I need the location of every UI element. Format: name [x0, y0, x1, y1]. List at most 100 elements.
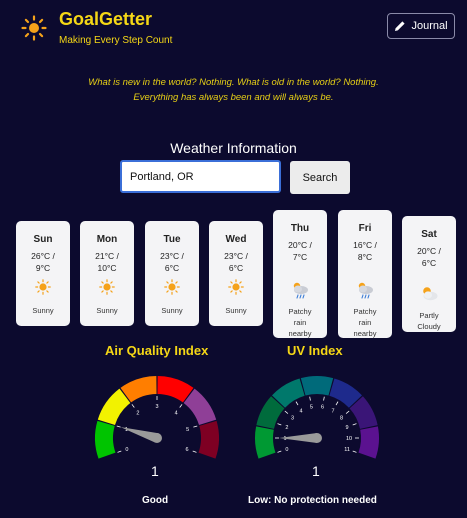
sun-icon: [35, 279, 51, 295]
air-quality-status: Good: [142, 495, 169, 506]
uv_index-gauge-tick-label: 9: [346, 425, 349, 431]
uv_index-gauge-tick-label: 2: [285, 425, 288, 431]
air_quality-gauge-tick: [117, 450, 122, 453]
uv-index-status: Low: No protection needed: [248, 495, 377, 506]
forecast-low-temp: 10°C: [97, 263, 117, 273]
forecast-card-sat: Sat 20°C / 6°C Partly Cloudy: [402, 216, 456, 332]
forecast-condition: Sunny: [209, 305, 263, 316]
forecast-high-temp: 20°C /: [288, 240, 312, 250]
uv_index-gauge-tick-label: 10: [346, 436, 352, 442]
uv_index-gauge-tick: [277, 423, 282, 426]
forecast-card-wed: Wed 23°C / 6°C Sunny: [209, 221, 263, 326]
forecast-condition-line: Patchy: [288, 307, 312, 316]
forecast-day-name: Mon: [96, 234, 118, 245]
pencil-icon: [395, 21, 406, 31]
uv_index-gauge-tick: [345, 410, 350, 414]
forecast-high-temp: 20°C /: [417, 246, 441, 256]
quote-line-1: What is new in the world? Nothing. What …: [88, 77, 379, 88]
forecast-high-temp: 16°C /: [353, 240, 377, 250]
uv_index-gauge-tick: [295, 401, 299, 406]
forecast-low-temp: 9°C: [35, 263, 51, 273]
forecast-condition-line: Sunny: [225, 306, 247, 315]
forecast-condition-line: Sunny: [32, 306, 54, 315]
forecast-low-temp: 6°C: [228, 263, 244, 273]
forecast-card-fri: Fri 16°C / 8°C Patchy rain nearby: [338, 210, 392, 338]
forecast-high-temp: 23°C /: [224, 251, 248, 261]
quote-line-2: Everything has always been and will alwa…: [133, 92, 334, 103]
forecast-condition-line: Sunny: [161, 306, 183, 315]
air_quality-gauge-tick-label: 6: [186, 447, 189, 453]
uv_index-gauge-tick-label: 11: [344, 447, 350, 453]
app-subtitle: Making Every Step Count: [59, 35, 173, 46]
forecast-condition: Partly Cloudy: [402, 310, 456, 332]
forecast-temperature: 20°C / 7°C: [273, 239, 327, 263]
air_quality-gauge-segment: [198, 420, 219, 459]
air_quality-gauge-tick-label: 5: [186, 427, 189, 433]
uv-index-value: 1: [312, 463, 320, 479]
air_quality-gauge-tick: [193, 425, 198, 428]
uv_index-gauge-tick-label: 8: [340, 415, 343, 421]
uv_index-gauge-tick-label: 3: [291, 415, 294, 421]
forecast-high-temp: 23°C /: [160, 251, 184, 261]
forecast-condition-line: Partly: [419, 311, 439, 320]
forecast-day-name: Fri: [358, 223, 372, 234]
air_quality-gauge-tick-label: 3: [155, 404, 158, 410]
forecast-temperature: 16°C / 8°C: [338, 239, 392, 263]
forecast-condition: Sunny: [145, 305, 199, 316]
air_quality-gauge-hub: [152, 433, 162, 443]
forecast-condition: Patchy rain nearby: [338, 306, 392, 339]
forecast-card-thu: Thu 20°C / 7°C Patchy rain nearby: [273, 210, 327, 338]
forecast-low-temp: 8°C: [357, 252, 373, 262]
forecast-day-name: Sun: [33, 234, 53, 245]
air-quality-title: Air Quality Index: [105, 343, 209, 358]
forecast-low-temp: 6°C: [421, 258, 437, 268]
forecast-day-name: Tue: [163, 234, 181, 245]
uv_index-gauge-tick: [309, 396, 311, 401]
forecast-high-temp: 21°C /: [95, 251, 119, 261]
sun-logo-icon: [21, 15, 47, 41]
air_quality-gauge-tick-label: 0: [125, 447, 128, 453]
forecast-condition: Sunny: [16, 305, 70, 316]
forecast-card-sun: Sun 26°C / 9°C Sunny: [16, 221, 70, 326]
partly-cloudy-icon: [419, 284, 438, 301]
uv_index-gauge-tick: [284, 410, 289, 414]
forecast-temperature: 21°C / 10°C: [80, 250, 134, 274]
forecast-condition: Sunny: [80, 305, 134, 316]
app-title: GoalGetter: [59, 9, 153, 29]
forecast-temperature: 23°C / 6°C: [145, 250, 199, 274]
air_quality-gauge-tick: [116, 425, 121, 428]
forecast-high-temp: 26°C /: [31, 251, 55, 261]
journal-label: Journal: [411, 20, 448, 32]
forecast-temperature: 20°C / 6°C: [402, 245, 456, 269]
air-quality-value: 1: [151, 463, 159, 479]
uv_index-gauge-tick: [335, 401, 339, 406]
forecast-condition-line: rain: [293, 318, 307, 327]
uv_index-gauge-hub: [312, 433, 322, 443]
forecast-condition-line: Cloudy: [417, 322, 441, 331]
sun-icon: [228, 279, 244, 295]
uv_index-gauge-tick-label: 1: [283, 436, 286, 442]
uv_index-gauge-tick: [352, 450, 357, 453]
uv_index-gauge-segment: [358, 426, 379, 459]
uv_index-gauge-tick: [352, 423, 357, 426]
journal-button[interactable]: Journal: [387, 13, 455, 39]
search-button[interactable]: Search: [290, 161, 350, 194]
forecast-condition: Patchy rain nearby: [273, 306, 327, 339]
patchy-rain-icon: [355, 280, 373, 299]
sun-icon: [99, 279, 115, 295]
sun-icon: [164, 279, 180, 295]
uv_index-gauge-tick: [323, 396, 325, 401]
app-header: GoalGetter Making Every Step Count Journ…: [0, 0, 467, 60]
air_quality-gauge-tick: [192, 450, 197, 453]
air_quality-gauge-tick-label: 4: [175, 410, 178, 416]
uv_index-gauge-segment: [300, 376, 334, 396]
forecast-low-temp: 6°C: [164, 263, 180, 273]
forecast-condition-line: nearby: [288, 329, 312, 338]
uv_index-gauge-tick: [277, 450, 282, 453]
location-search-input[interactable]: [120, 160, 281, 193]
weather-title: Weather Information: [170, 140, 297, 156]
uv_index-gauge-tick-label: 4: [299, 408, 302, 414]
uv_index-gauge-tick-label: 7: [331, 408, 334, 414]
forecast-day-name: Sat: [421, 229, 437, 240]
uv-index-title: UV Index: [287, 343, 343, 358]
